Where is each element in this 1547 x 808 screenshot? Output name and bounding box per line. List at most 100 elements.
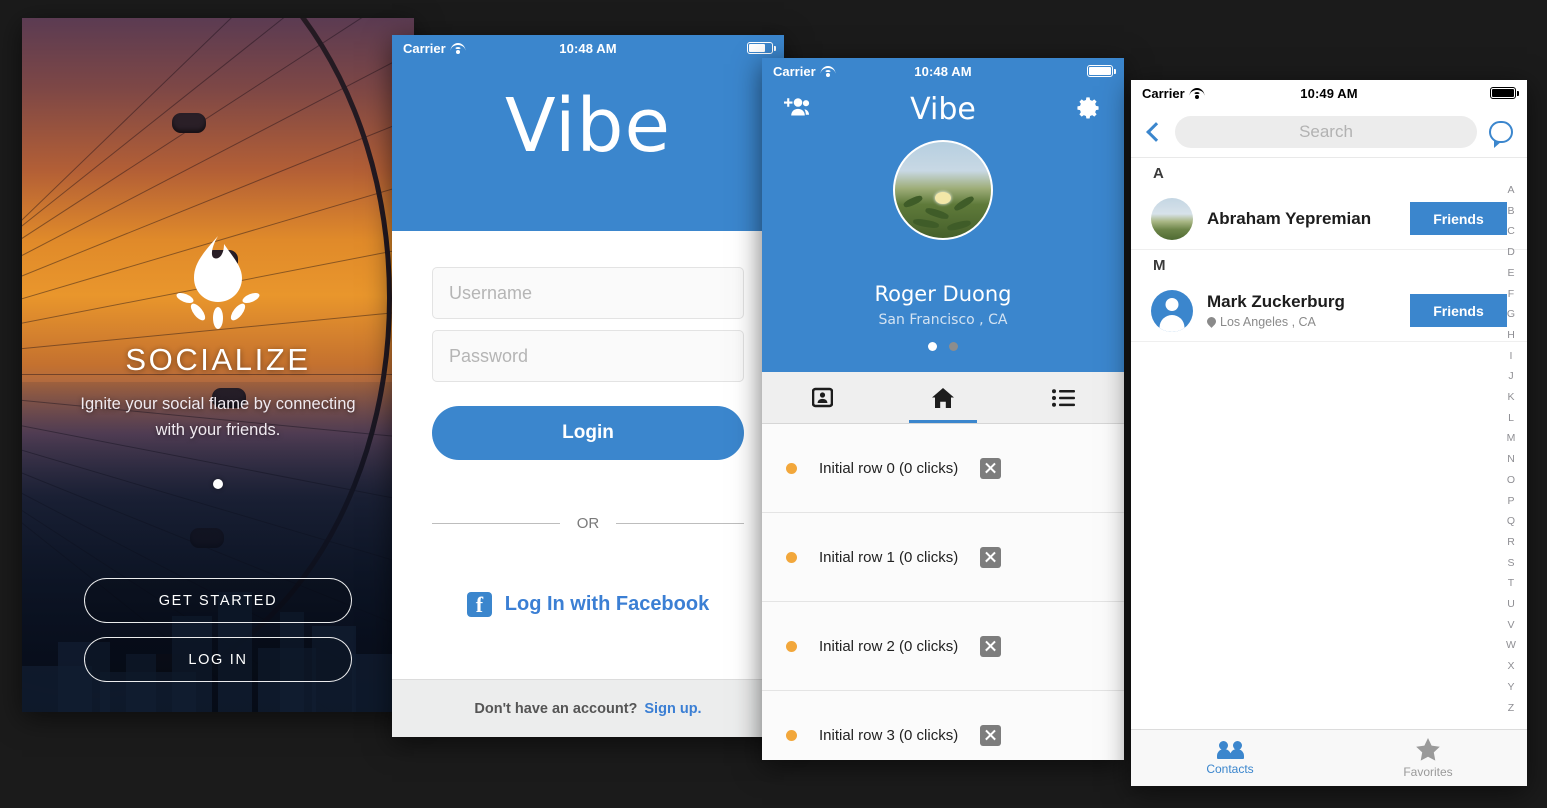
carrier-label: Carrier xyxy=(1142,85,1185,101)
profile-header: Vibe Roger Duong San Francisco , CA xyxy=(762,84,1124,372)
list-item-label: Initial row 2 (0 clicks) xyxy=(819,637,959,655)
chat-bubble-icon[interactable] xyxy=(1489,120,1513,148)
tab-home[interactable] xyxy=(883,372,1004,423)
alphabet-index-letter[interactable]: X xyxy=(1507,656,1514,677)
facebook-login-button[interactable]: Log In with Facebook xyxy=(432,592,744,618)
list-item[interactable]: Initial row 3 (0 clicks) xyxy=(762,691,1124,760)
login-form: Username Password Login OR Log In with F… xyxy=(392,231,784,618)
tab-contacts-label: Contacts xyxy=(1206,761,1254,776)
tab-list[interactable] xyxy=(1003,372,1124,423)
page-dot-inactive[interactable] xyxy=(949,342,958,351)
divider-line-right xyxy=(616,523,744,524)
alphabet-index-letter[interactable]: B xyxy=(1507,201,1514,222)
contact-row[interactable]: Mark Zuckerburg Los Angeles , CA Friends xyxy=(1131,280,1527,342)
friends-button[interactable]: Friends xyxy=(1410,202,1507,235)
battery-icon xyxy=(747,42,776,54)
login-hero: Vibe xyxy=(392,61,784,231)
home-icon xyxy=(932,387,954,408)
alphabet-index-letter[interactable]: C xyxy=(1507,221,1515,242)
alphabet-index-letter[interactable]: F xyxy=(1508,284,1514,305)
tab-contacts[interactable]: Contacts xyxy=(1131,730,1329,786)
alphabet-index-letter[interactable]: G xyxy=(1507,304,1515,325)
signup-link[interactable]: Sign up. xyxy=(644,701,701,717)
contact-name: Mark Zuckerburg xyxy=(1207,292,1345,312)
alphabet-index-letter[interactable]: Q xyxy=(1507,511,1515,532)
avatar[interactable] xyxy=(893,140,993,240)
page-indicator-dot[interactable] xyxy=(213,479,223,490)
alphabet-index-letter[interactable]: D xyxy=(1507,242,1515,263)
close-icon[interactable] xyxy=(980,546,1002,568)
alphabet-index-letter[interactable]: E xyxy=(1507,263,1514,284)
tab-contact-card[interactable] xyxy=(762,372,883,423)
alphabet-index-letter[interactable]: N xyxy=(1507,449,1515,470)
gear-icon[interactable] xyxy=(1076,95,1106,119)
list-item[interactable]: Initial row 0 (0 clicks) xyxy=(762,424,1124,513)
avatar xyxy=(1151,197,1193,240)
page-title: SOCIALIZE xyxy=(125,342,311,377)
bullet-icon xyxy=(786,729,797,741)
divider-line-left xyxy=(432,523,560,524)
alphabet-index-letter[interactable]: W xyxy=(1506,635,1516,656)
alphabet-index-letter[interactable]: R xyxy=(1507,532,1515,553)
contact-location: Los Angeles , CA xyxy=(1205,315,1396,329)
alphabet-index-letter[interactable]: A xyxy=(1507,180,1514,201)
alphabet-index-letter[interactable]: Y xyxy=(1507,677,1514,698)
username-input[interactable]: Username xyxy=(432,267,744,319)
list-item[interactable]: Initial row 2 (0 clicks) xyxy=(762,602,1124,691)
contact-name: Abraham Yepremian xyxy=(1207,208,1372,228)
add-people-icon[interactable] xyxy=(780,95,810,119)
people-icon xyxy=(1216,740,1244,759)
carrier-label: Carrier xyxy=(773,63,816,79)
friends-button[interactable]: Friends xyxy=(1410,294,1507,327)
alphabet-index-letter[interactable]: K xyxy=(1507,387,1514,408)
alphabet-index-letter[interactable]: P xyxy=(1507,491,1514,512)
alphabet-index[interactable]: ABCDEFGHIJKLMNOPQRSTUVWXYZ xyxy=(1503,180,1519,718)
close-icon[interactable] xyxy=(980,457,1002,479)
close-icon[interactable] xyxy=(980,635,1002,657)
search-bar: Search xyxy=(1131,106,1527,158)
alphabet-index-letter[interactable]: I xyxy=(1510,346,1513,367)
tab-favorites[interactable]: Favorites xyxy=(1329,730,1527,786)
list-item[interactable]: Initial row 1 (0 clicks) xyxy=(762,513,1124,602)
flame-icon xyxy=(172,232,264,336)
app-wordmark: Vibe xyxy=(504,83,672,169)
alphabet-index-letter[interactable]: T xyxy=(1508,573,1514,594)
status-time: 10:48 AM xyxy=(559,40,617,56)
signup-footer: Don't have an account? Sign up. xyxy=(392,679,784,737)
contact-info: Mark Zuckerburg Los Angeles , CA xyxy=(1205,292,1396,329)
alphabet-index-letter[interactable]: V xyxy=(1507,615,1514,636)
page-indicator[interactable] xyxy=(762,342,1124,351)
section-header: M xyxy=(1153,256,1166,274)
divider-label: OR xyxy=(576,515,600,532)
login-button[interactable]: Login xyxy=(432,406,744,460)
star-icon xyxy=(1416,738,1440,761)
panel-contacts: Carrier 10:49 AM Search A Abraham Yepremi… xyxy=(1131,80,1527,786)
profile-tabbar xyxy=(762,372,1124,424)
alphabet-index-letter[interactable]: O xyxy=(1507,470,1515,491)
status-bar: Carrier 10:48 AM xyxy=(392,35,784,61)
contacts-list: A Abraham Yepremian Friends M Mark Zuckerbur… xyxy=(1131,158,1527,342)
alphabet-index-letter[interactable]: S xyxy=(1507,553,1514,574)
alphabet-index-letter[interactable]: H xyxy=(1507,325,1515,346)
password-input[interactable]: Password xyxy=(432,330,744,382)
contact-info: Abraham Yepremian xyxy=(1207,209,1396,229)
battery-icon xyxy=(1087,65,1116,77)
chevron-left-icon[interactable] xyxy=(1146,121,1166,142)
alphabet-index-letter[interactable]: M xyxy=(1507,428,1516,449)
screenshot-stage: SOCIALIZE Ignite your social flame by co… xyxy=(0,0,1547,808)
page-dot-active[interactable] xyxy=(928,342,937,351)
battery-icon xyxy=(1490,87,1519,99)
flower-detail xyxy=(935,191,952,204)
status-bar: Carrier 10:49 AM xyxy=(1131,80,1527,106)
facebook-login-label: Log In with Facebook xyxy=(504,593,710,615)
alphabet-index-letter[interactable]: Z xyxy=(1508,698,1514,719)
contact-row[interactable]: Abraham Yepremian Friends xyxy=(1131,188,1527,250)
alphabet-index-letter[interactable]: J xyxy=(1508,366,1513,387)
row-list: Initial row 0 (0 clicks) Initial row 1 (0… xyxy=(762,424,1124,760)
wifi-icon xyxy=(1189,87,1205,99)
alphabet-index-letter[interactable]: L xyxy=(1508,408,1514,429)
close-icon[interactable] xyxy=(980,724,1002,746)
search-input[interactable]: Search xyxy=(1175,115,1477,148)
alphabet-index-letter[interactable]: U xyxy=(1507,594,1515,615)
bullet-icon xyxy=(786,462,797,474)
